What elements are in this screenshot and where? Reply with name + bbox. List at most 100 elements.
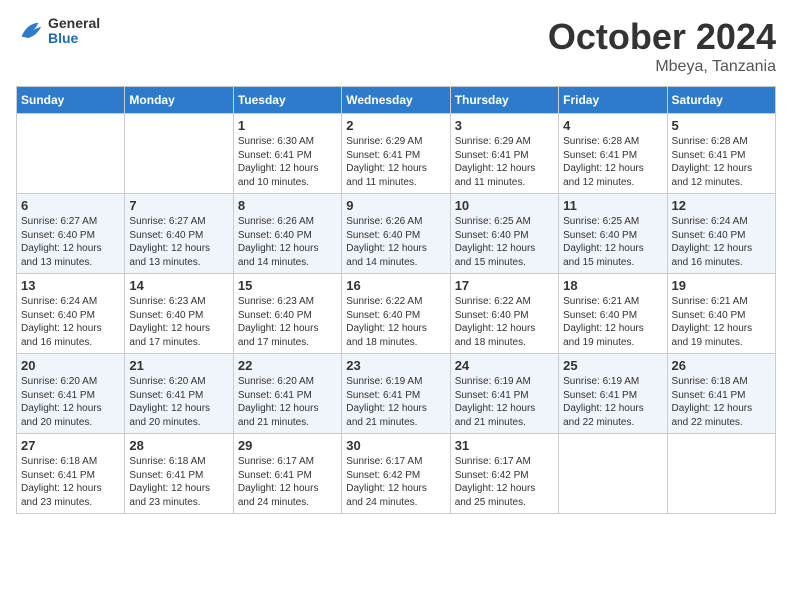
day-info: Sunrise: 6:20 AMSunset: 6:41 PMDaylight:…: [238, 375, 337, 429]
day-number: 9: [346, 198, 445, 213]
day-number: 22: [238, 358, 337, 373]
day-info: Sunrise: 6:19 AMSunset: 6:41 PMDaylight:…: [455, 375, 554, 429]
header-friday: Friday: [559, 87, 667, 114]
day-number: 17: [455, 278, 554, 293]
day-number: 19: [672, 278, 771, 293]
logo-icon: [16, 17, 44, 45]
day-number: 4: [563, 118, 662, 133]
calendar-table: SundayMondayTuesdayWednesdayThursdayFrid…: [16, 86, 776, 514]
day-number: 16: [346, 278, 445, 293]
day-info: Sunrise: 6:26 AMSunset: 6:40 PMDaylight:…: [346, 215, 445, 269]
calendar-week-row: 6 Sunrise: 6:27 AMSunset: 6:40 PMDaylight…: [17, 194, 776, 274]
day-info: Sunrise: 6:17 AMSunset: 6:42 PMDaylight:…: [346, 455, 445, 509]
day-info: Sunrise: 6:18 AMSunset: 6:41 PMDaylight:…: [129, 455, 228, 509]
calendar-cell: 20Sunrise: 6:20 AMSunset: 6:41 PMDayligh…: [17, 354, 125, 434]
header-thursday: Thursday: [450, 87, 558, 114]
day-info: Sunrise: 6:27 AMSunset: 6:40 PMDaylight:…: [21, 215, 120, 269]
calendar-cell: 7 Sunrise: 6:27 AMSunset: 6:40 PMDaylight…: [125, 194, 233, 274]
calendar-cell: 31 Sunrise: 6:17 AMSunset: 6:42 PMDayligh…: [450, 434, 558, 514]
day-info: Sunrise: 6:28 AMSunset: 6:41 PMDaylight:…: [672, 135, 771, 189]
calendar-header-row: SundayMondayTuesdayWednesdayThursdayFrid…: [17, 87, 776, 114]
header-sunday: Sunday: [17, 87, 125, 114]
month-title: October 2024: [548, 16, 776, 58]
day-number: 29: [238, 438, 337, 453]
day-number: 21: [129, 358, 228, 373]
calendar-cell: 2 Sunrise: 6:29 AMSunset: 6:41 PMDaylight…: [342, 114, 450, 194]
day-number: 27: [21, 438, 120, 453]
logo-general: General: [48, 16, 100, 31]
day-number: 8: [238, 198, 337, 213]
day-number: 18: [563, 278, 662, 293]
calendar-cell: 16 Sunrise: 6:22 AMSunset: 6:40 PMDayligh…: [342, 274, 450, 354]
day-info: Sunrise: 6:24 AMSunset: 6:40 PMDaylight:…: [21, 295, 120, 349]
logo-blue: Blue: [48, 31, 100, 46]
calendar-cell: 24 Sunrise: 6:19 AMSunset: 6:41 PMDayligh…: [450, 354, 558, 434]
calendar-cell: 17Sunrise: 6:22 AMSunset: 6:40 PMDayligh…: [450, 274, 558, 354]
calendar-cell: 18Sunrise: 6:21 AMSunset: 6:40 PMDayligh…: [559, 274, 667, 354]
day-number: 1: [238, 118, 337, 133]
day-number: 24: [455, 358, 554, 373]
day-info: Sunrise: 6:22 AMSunset: 6:40 PMDaylight:…: [346, 295, 445, 349]
day-info: Sunrise: 6:20 AMSunset: 6:41 PMDaylight:…: [129, 375, 228, 429]
day-info: Sunrise: 6:18 AMSunset: 6:41 PMDaylight:…: [672, 375, 771, 429]
calendar-cell: 23Sunrise: 6:19 AMSunset: 6:41 PMDayligh…: [342, 354, 450, 434]
calendar-cell: [667, 434, 775, 514]
day-info: Sunrise: 6:29 AMSunset: 6:41 PMDaylight:…: [346, 135, 445, 189]
calendar-cell: 29Sunrise: 6:17 AMSunset: 6:41 PMDayligh…: [233, 434, 341, 514]
day-info: Sunrise: 6:19 AMSunset: 6:41 PMDaylight:…: [346, 375, 445, 429]
calendar-cell: [17, 114, 125, 194]
header-wednesday: Wednesday: [342, 87, 450, 114]
calendar-cell: 10Sunrise: 6:25 AMSunset: 6:40 PMDayligh…: [450, 194, 558, 274]
calendar-cell: 8 Sunrise: 6:26 AMSunset: 6:40 PMDaylight…: [233, 194, 341, 274]
day-info: Sunrise: 6:26 AMSunset: 6:40 PMDaylight:…: [238, 215, 337, 269]
calendar-cell: 15 Sunrise: 6:23 AMSunset: 6:40 PMDayligh…: [233, 274, 341, 354]
day-number: 5: [672, 118, 771, 133]
logo-text: General Blue: [48, 16, 100, 47]
header-saturday: Saturday: [667, 87, 775, 114]
calendar-cell: 13 Sunrise: 6:24 AMSunset: 6:40 PMDayligh…: [17, 274, 125, 354]
calendar-cell: 22 Sunrise: 6:20 AMSunset: 6:41 PMDayligh…: [233, 354, 341, 434]
calendar-cell: 1 Sunrise: 6:30 AMSunset: 6:41 PMDaylight…: [233, 114, 341, 194]
calendar-cell: 25 Sunrise: 6:19 AMSunset: 6:41 PMDayligh…: [559, 354, 667, 434]
day-number: 26: [672, 358, 771, 373]
day-number: 13: [21, 278, 120, 293]
day-info: Sunrise: 6:30 AMSunset: 6:41 PMDaylight:…: [238, 135, 337, 189]
calendar-week-row: 20 Sunrise: 6:20 AMSunset: 6:41 PMDayligh…: [17, 354, 776, 434]
day-number: 31: [455, 438, 554, 453]
calendar-cell: 19 Sunrise: 6:21 AMSunset: 6:40 PMDayligh…: [667, 274, 775, 354]
calendar-cell: [125, 114, 233, 194]
header-tuesday: Tuesday: [233, 87, 341, 114]
day-number: 28: [129, 438, 228, 453]
title-area: October 2024 Mbeya, Tanzania: [548, 16, 776, 76]
day-info: Sunrise: 6:29 AMSunset: 6:41 PMDaylight:…: [455, 135, 554, 189]
day-info: Sunrise: 6:24 AMSunset: 6:40 PMDaylight:…: [672, 215, 771, 269]
day-info: Sunrise: 6:25 AMSunset: 6:40 PMDaylight:…: [455, 215, 554, 269]
day-number: 25: [563, 358, 662, 373]
day-info: Sunrise: 6:21 AMSunset: 6:40 PMDaylight:…: [672, 295, 771, 349]
day-number: 12: [672, 198, 771, 213]
day-number: 15: [238, 278, 337, 293]
day-number: 30: [346, 438, 445, 453]
day-info: Sunrise: 6:25 AMSunset: 6:40 PMDaylight:…: [563, 215, 662, 269]
day-info: Sunrise: 6:19 AMSunset: 6:41 PMDaylight:…: [563, 375, 662, 429]
page-header: General Blue October 2024 Mbeya, Tanzani…: [16, 16, 776, 76]
calendar-week-row: 27 Sunrise: 6:18 AMSunset: 6:41 PMDayligh…: [17, 434, 776, 514]
calendar-cell: 5 Sunrise: 6:28 AMSunset: 6:41 PMDaylight…: [667, 114, 775, 194]
day-info: Sunrise: 6:27 AMSunset: 6:40 PMDaylight:…: [129, 215, 228, 269]
day-number: 20: [21, 358, 120, 373]
calendar-cell: 4Sunrise: 6:28 AMSunset: 6:41 PMDaylight…: [559, 114, 667, 194]
calendar-cell: 9 Sunrise: 6:26 AMSunset: 6:40 PMDaylight…: [342, 194, 450, 274]
calendar-cell: 27Sunrise: 6:18 AMSunset: 6:41 PMDayligh…: [17, 434, 125, 514]
calendar-cell: 11 Sunrise: 6:25 AMSunset: 6:40 PMDayligh…: [559, 194, 667, 274]
day-number: 11: [563, 198, 662, 213]
calendar-cell: 30 Sunrise: 6:17 AMSunset: 6:42 PMDayligh…: [342, 434, 450, 514]
day-info: Sunrise: 6:23 AMSunset: 6:40 PMDaylight:…: [129, 295, 228, 349]
day-info: Sunrise: 6:23 AMSunset: 6:40 PMDaylight:…: [238, 295, 337, 349]
day-number: 3: [455, 118, 554, 133]
day-info: Sunrise: 6:17 AMSunset: 6:42 PMDaylight:…: [455, 455, 554, 509]
calendar-cell: 14Sunrise: 6:23 AMSunset: 6:40 PMDayligh…: [125, 274, 233, 354]
day-number: 7: [129, 198, 228, 213]
location-title: Mbeya, Tanzania: [548, 58, 776, 76]
day-number: 2: [346, 118, 445, 133]
day-number: 6: [21, 198, 120, 213]
